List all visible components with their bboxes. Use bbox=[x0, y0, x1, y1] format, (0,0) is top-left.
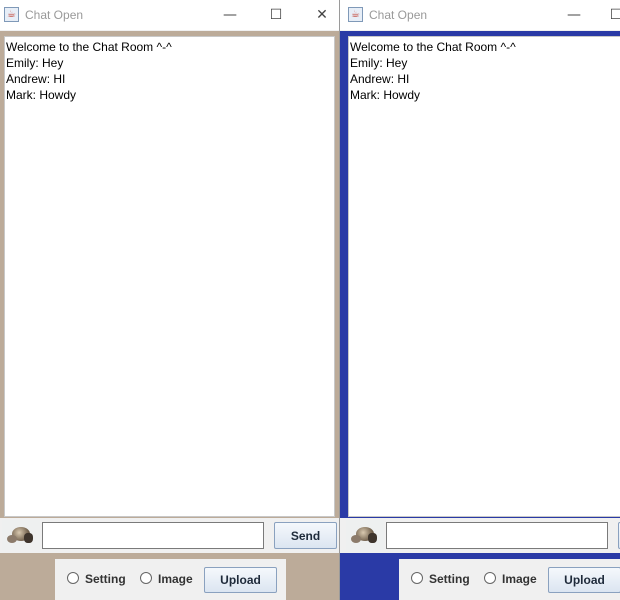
chat-message: Welcome to the Chat Room ^-^ bbox=[6, 40, 172, 54]
options-bar: Setting Image Upload bbox=[399, 559, 620, 600]
chat-message: Emily: Hey bbox=[6, 56, 64, 70]
upload-button[interactable]: Upload bbox=[548, 567, 620, 593]
chat-message: Andrew: HI bbox=[6, 72, 66, 86]
chat-message: Emily: Hey bbox=[350, 56, 408, 70]
send-button[interactable]: Send bbox=[274, 522, 337, 549]
chat-window-2: ☕ Chat Open — ☐ Welcome to the Chat Room… bbox=[340, 0, 620, 600]
options-bar: Setting Image Upload bbox=[55, 559, 286, 600]
setting-radio[interactable] bbox=[67, 572, 79, 584]
window-content: Welcome to the Chat Room ^-^ Emily: Hey … bbox=[0, 31, 339, 600]
chat-message: Mark: Howdy bbox=[6, 88, 77, 102]
maximize-icon[interactable]: ☐ bbox=[264, 4, 288, 26]
message-input[interactable] bbox=[42, 522, 264, 549]
upload-button[interactable]: Upload bbox=[204, 567, 277, 593]
close-icon[interactable]: ✕ bbox=[310, 4, 334, 26]
java-app-icon: ☕ bbox=[4, 7, 19, 22]
chat-message: Welcome to the Chat Room ^-^ bbox=[350, 40, 516, 54]
minimize-icon[interactable]: — bbox=[218, 4, 242, 26]
message-input[interactable] bbox=[386, 522, 608, 549]
window-content: Welcome to the Chat Room ^-^ Emily: Hey … bbox=[340, 31, 620, 600]
user-avatar bbox=[346, 520, 384, 550]
message-input-row: Send bbox=[0, 518, 339, 553]
setting-radio-label: Setting bbox=[85, 572, 126, 586]
message-input-row bbox=[340, 518, 620, 553]
maximize-icon[interactable]: ☐ bbox=[604, 4, 620, 26]
setting-radio-label: Setting bbox=[429, 572, 470, 586]
chat-message: Mark: Howdy bbox=[350, 88, 421, 102]
image-radio[interactable] bbox=[484, 572, 496, 584]
chat-log[interactable]: Welcome to the Chat Room ^-^ Emily: Hey … bbox=[4, 36, 335, 517]
java-app-icon: ☕ bbox=[348, 7, 363, 22]
image-radio[interactable] bbox=[140, 572, 152, 584]
image-radio-label: Image bbox=[502, 572, 537, 586]
setting-radio-option[interactable]: Setting bbox=[67, 572, 126, 586]
minimize-icon[interactable]: — bbox=[562, 4, 586, 26]
window-title: Chat Open bbox=[369, 8, 428, 22]
chat-window-1: ☕ Chat Open — ☐ ✕ Welcome to the Chat Ro… bbox=[0, 0, 340, 600]
chat-log[interactable]: Welcome to the Chat Room ^-^ Emily: Hey … bbox=[348, 36, 620, 517]
image-radio-label: Image bbox=[158, 572, 193, 586]
setting-radio-option[interactable]: Setting bbox=[411, 572, 470, 586]
chat-message: Andrew: HI bbox=[350, 72, 410, 86]
title-bar[interactable]: ☕ Chat Open — ☐ bbox=[340, 0, 620, 30]
image-radio-option[interactable]: Image bbox=[140, 572, 193, 586]
window-title: Chat Open bbox=[25, 8, 84, 22]
image-radio-option[interactable]: Image bbox=[484, 572, 537, 586]
setting-radio[interactable] bbox=[411, 572, 423, 584]
title-bar[interactable]: ☕ Chat Open — ☐ ✕ bbox=[0, 0, 339, 30]
user-avatar bbox=[2, 520, 40, 550]
